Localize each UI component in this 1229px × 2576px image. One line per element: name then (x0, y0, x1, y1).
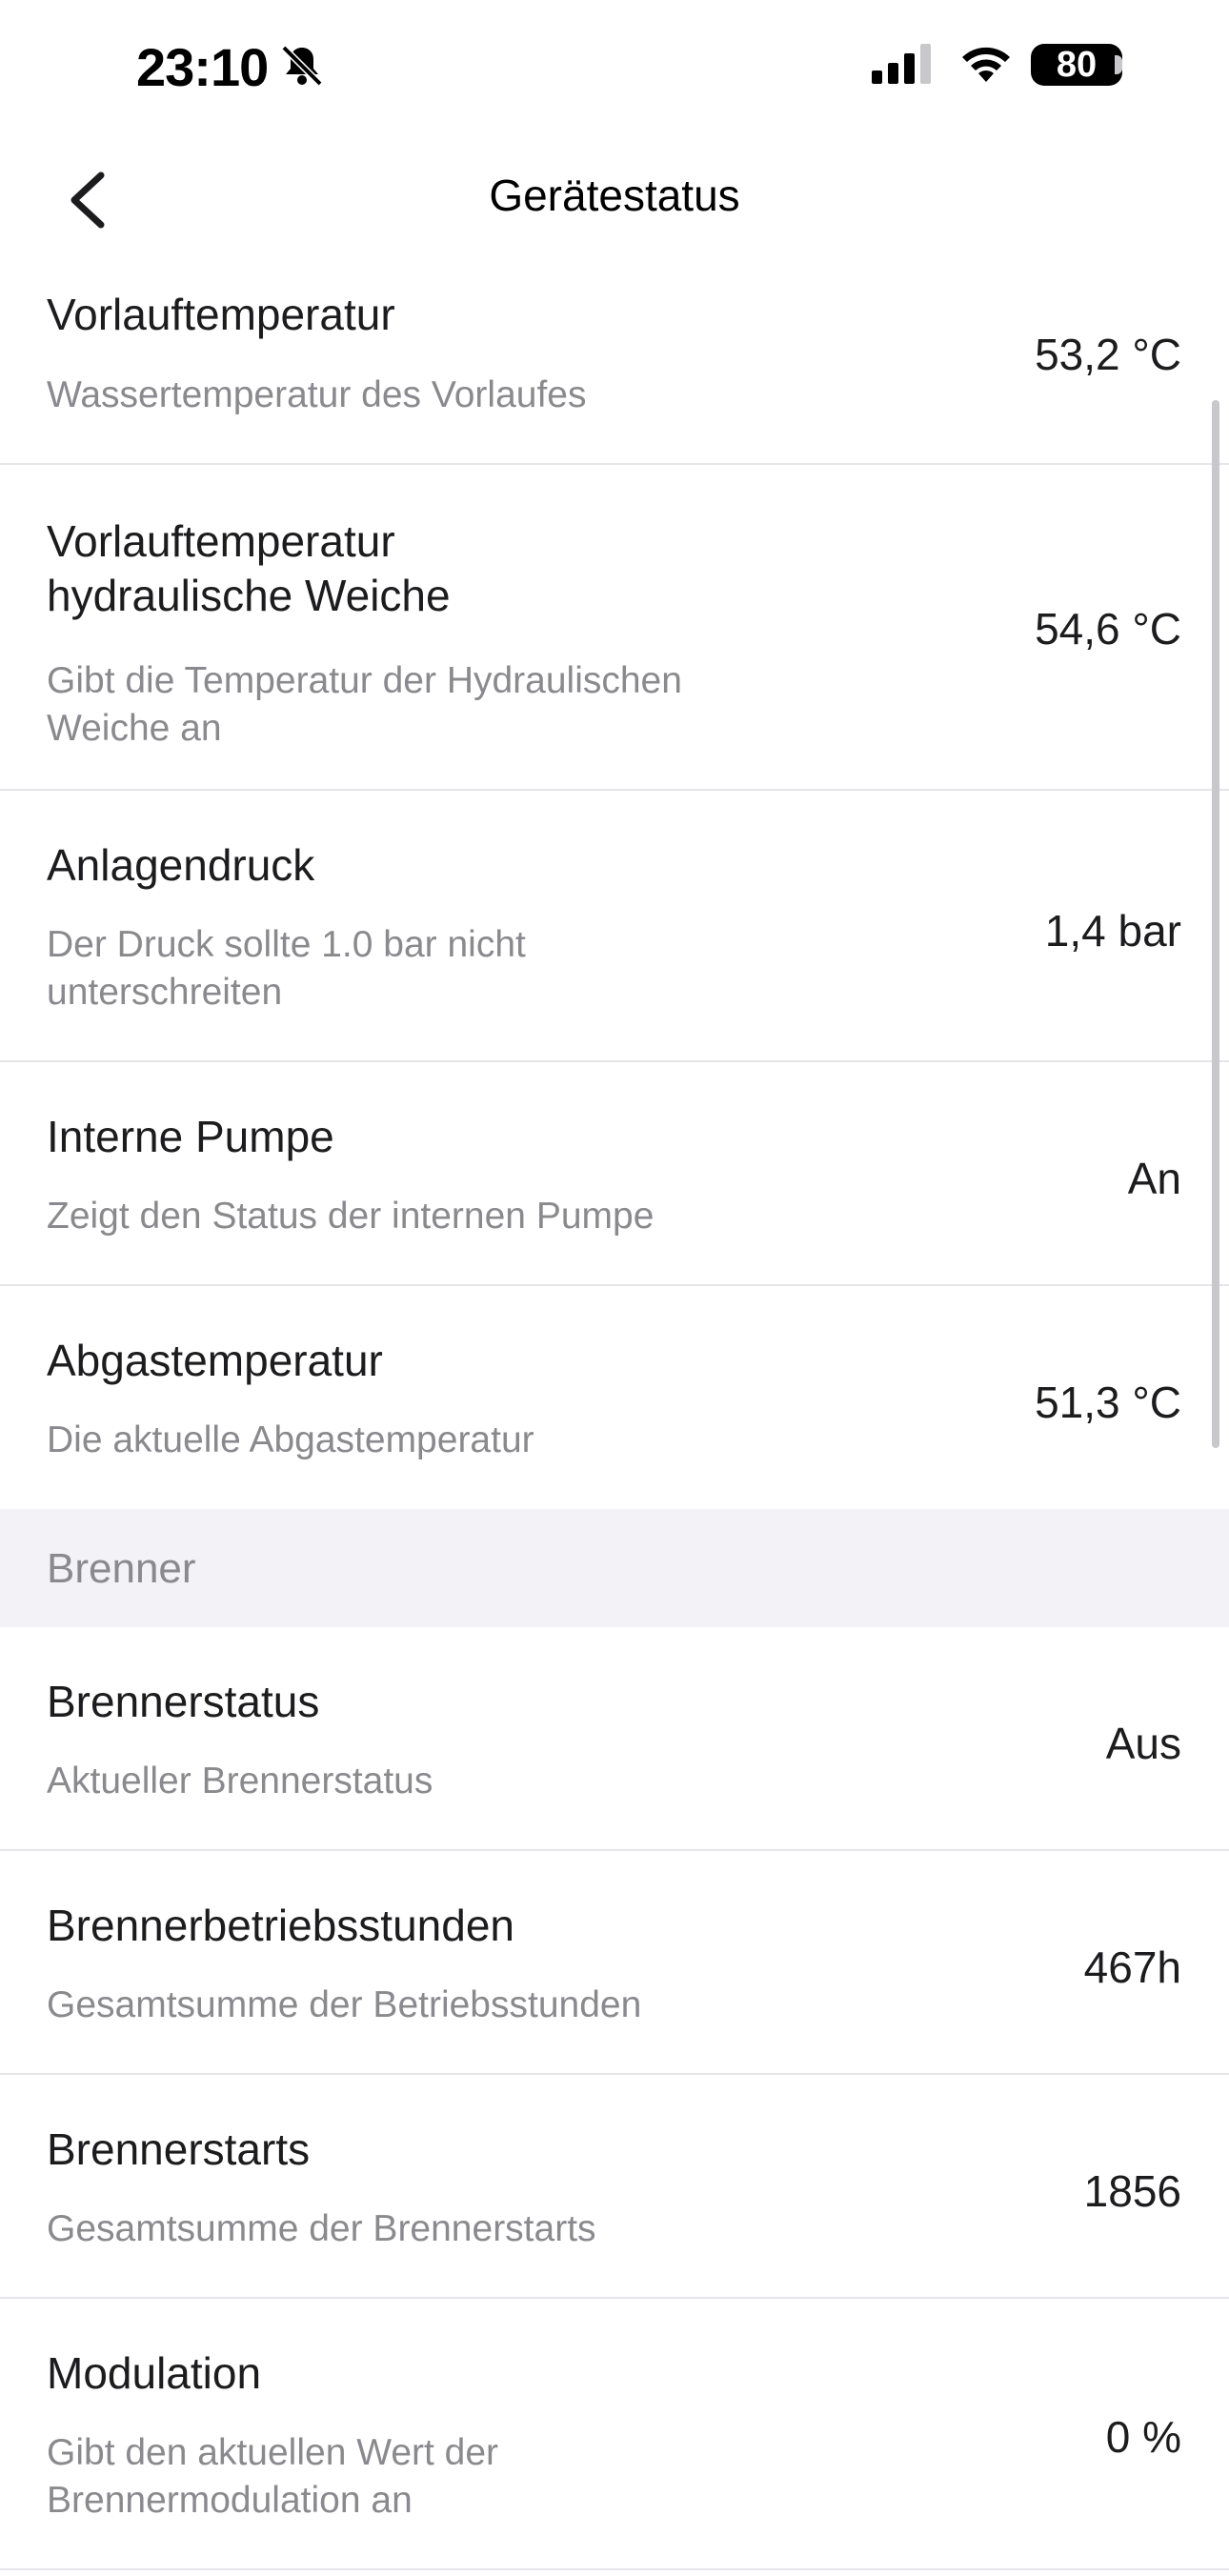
navigation-bar: Gerätestatus (0, 143, 1229, 257)
list-item: Vorlauftemperatur Wassertemperatur des V… (0, 267, 1229, 465)
list-item: Vorlauftemperatur hydraulische Weiche Gi… (0, 465, 1229, 791)
list-item: Brennerstatus Aktueller Brennerstatus Au… (0, 1627, 1229, 1851)
status-bar: 23:10 80 (0, 0, 1229, 133)
list-item: Brennerstarts Gesamtsumme der Brennersta… (0, 2075, 1229, 2299)
row-title: Abgastemperatur (47, 1336, 383, 1385)
list-item: Anlagendruck Der Druck sollte 1.0 bar ni… (0, 791, 1229, 1062)
row-value: 1,4 bar (1044, 906, 1181, 956)
scrollbar[interactable] (1212, 400, 1219, 1448)
row-subtitle: Zeigt den Status der internen Pumpe (47, 1196, 655, 1237)
row-title: Interne Pumpe (47, 1112, 334, 1161)
battery-percent: 80 (1056, 45, 1098, 85)
page-title: Gerätestatus (489, 171, 740, 220)
row-title: Brennerstatus (47, 1677, 320, 1726)
battery-level: 80 (1031, 44, 1122, 86)
row-value: Aus (1105, 1719, 1181, 1768)
row-title: Vorlauftemperatur hydraulische Weiche (47, 516, 451, 620)
row-subtitle: Gesamtsumme der Brennerstarts (47, 2208, 596, 2249)
row-title: Brennerbetriebsstunden (47, 1901, 514, 1950)
row-title: Anlagendruck (47, 840, 315, 890)
bell-slash-icon (281, 45, 323, 87)
row-subtitle: Der Druck sollte 1.0 bar nicht unterschr… (47, 924, 526, 1013)
row-value: 0 % (1105, 2412, 1181, 2462)
list-item: Modulation Gibt den aktuellen Wert der B… (0, 2299, 1229, 2570)
row-value: 467h (1083, 1942, 1181, 1992)
row-subtitle: Aktueller Brennerstatus (47, 1761, 433, 1801)
list-item: Interne Pumpe Zeigt den Status der inter… (0, 1062, 1229, 1286)
row-value: 54,6 °C (1035, 604, 1181, 654)
row-title: Vorlauftemperatur (47, 290, 395, 339)
wifi-icon (962, 47, 1010, 82)
device-status-list: Vorlauftemperatur Wassertemperatur des V… (0, 267, 1229, 2570)
row-value: An (1127, 1154, 1181, 1203)
row-value: 51,3 °C (1035, 1378, 1181, 1427)
row-subtitle: Die aktuelle Abgastemperatur (47, 1419, 534, 1460)
row-subtitle: Gibt den aktuellen Wert der Brennermodul… (47, 2432, 499, 2521)
row-title: Brennerstarts (47, 2124, 311, 2174)
clock: 23:10 (136, 37, 269, 97)
row-subtitle: Wassertemperatur des Vorlaufes (47, 374, 587, 415)
row-subtitle: Gesamtsumme der Betriebsstunden (47, 1984, 642, 2025)
list-item: Abgastemperatur Die aktuelle Abgastemper… (0, 1286, 1229, 1509)
list-item: Brennerbetriebsstunden Gesamtsumme der B… (0, 1851, 1229, 2075)
row-value: 53,2 °C (1035, 330, 1181, 379)
section-header-brenner: Brenner (0, 1509, 1229, 1627)
row-subtitle: Gibt die Temperatur der Hydraulischen We… (47, 660, 682, 749)
cellular-signal-icon (872, 44, 931, 84)
section-label: Brenner (47, 1545, 196, 1592)
row-title: Modulation (47, 2348, 262, 2398)
row-value: 1856 (1083, 2166, 1181, 2216)
